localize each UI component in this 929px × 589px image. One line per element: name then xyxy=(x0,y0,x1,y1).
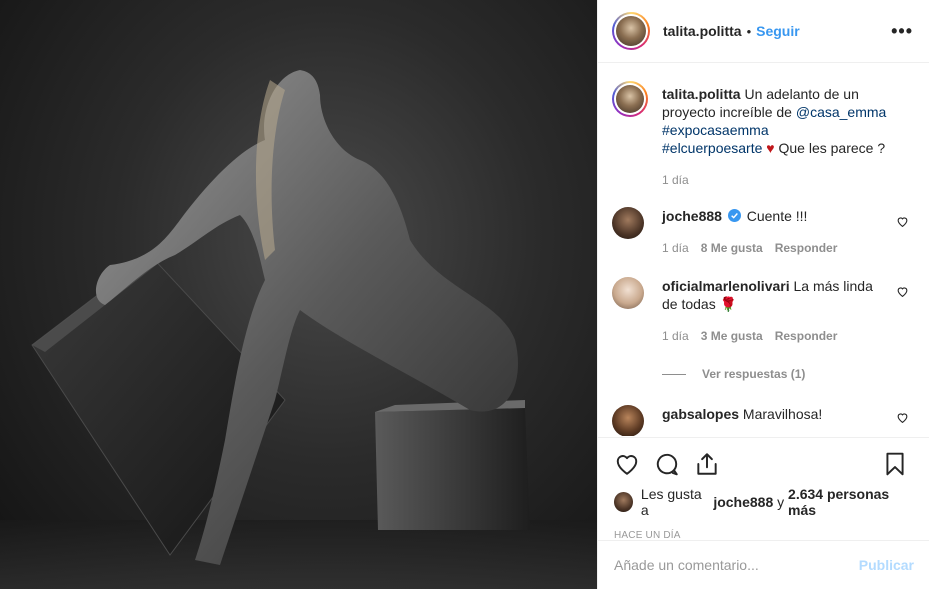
follow-button[interactable]: Seguir xyxy=(756,23,800,39)
commenter-username[interactable]: oficialmarlenolivari xyxy=(662,278,790,294)
heart-icon[interactable] xyxy=(896,215,909,228)
likes-summary: Les gusta a joche888 y 2.634 personas má… xyxy=(614,486,914,518)
more-icon[interactable]: ••• xyxy=(891,21,913,42)
post-photo[interactable] xyxy=(0,0,597,589)
post-actions: Les gusta a joche888 y 2.634 personas má… xyxy=(598,437,929,541)
reply-button[interactable]: Responder xyxy=(775,239,838,257)
heart-icon[interactable] xyxy=(896,285,909,298)
comment-item: gabsalopes Maravilhosa! xyxy=(612,405,913,436)
bookmark-icon[interactable] xyxy=(882,451,908,477)
comment-input[interactable]: Añade un comentario... xyxy=(614,557,759,573)
hashtag-link[interactable]: #expocasaemma xyxy=(662,122,769,138)
likes-count[interactable]: 2.634 personas más xyxy=(788,486,914,518)
post-sidebar: talita.politta • Seguir ••• talita.polit… xyxy=(597,0,929,589)
view-replies-label: Ver respuestas (1) xyxy=(702,367,806,381)
commenter-avatar[interactable] xyxy=(612,405,644,436)
photo-artwork xyxy=(0,70,597,589)
commenter-username[interactable]: gabsalopes xyxy=(662,406,739,422)
comment-likes[interactable]: 3 Me gusta xyxy=(701,327,763,345)
liker-username[interactable]: joche888 xyxy=(713,494,773,510)
comment-likes[interactable]: 8 Me gusta xyxy=(701,239,763,257)
replies-divider xyxy=(662,373,686,375)
mention-link[interactable]: @casa_emma xyxy=(796,104,886,120)
comment-icon[interactable] xyxy=(654,451,680,477)
author-avatar[interactable] xyxy=(612,12,650,50)
like-heart-icon[interactable] xyxy=(614,451,640,477)
comment-text: Cuente !!! xyxy=(746,208,808,224)
comment-item: joche888 Cuente !!! 1 día 8 Me gusta Res… xyxy=(612,207,913,257)
hashtag-link[interactable]: #elcuerpoesarte xyxy=(662,140,762,156)
caption-text-end: Que les parece ? xyxy=(778,140,886,156)
post-header: talita.politta • Seguir ••• xyxy=(598,0,929,63)
heart-icon[interactable] xyxy=(896,411,909,424)
commenter-avatar[interactable] xyxy=(612,207,644,239)
commenter-username[interactable]: joche888 xyxy=(662,208,722,224)
caption-username[interactable]: talita.politta xyxy=(662,86,741,102)
caption: talita.politta Un adelanto de un proyect… xyxy=(612,81,913,189)
caption-avatar[interactable] xyxy=(612,81,648,117)
liker-avatar[interactable] xyxy=(614,492,633,512)
add-comment-bar: Añade un comentario... Publicar xyxy=(598,540,929,589)
share-icon[interactable] xyxy=(694,451,720,477)
reply-button[interactable]: Responder xyxy=(775,327,838,345)
commenter-avatar[interactable] xyxy=(612,277,644,309)
caption-time[interactable]: 1 día xyxy=(662,171,689,189)
rose-emoji: 🌹 xyxy=(719,296,738,312)
comments-list[interactable]: talita.politta Un adelanto de un proyect… xyxy=(598,63,929,436)
author-username[interactable]: talita.politta xyxy=(663,23,742,39)
separator-dot: • xyxy=(746,23,752,39)
heart-emoji: ♥ xyxy=(766,140,775,156)
comment-time[interactable]: 1 día xyxy=(662,239,689,257)
comment-text: Maravilhosa! xyxy=(742,406,823,422)
verified-icon xyxy=(727,209,741,222)
likes-conj: y xyxy=(777,494,785,510)
likes-prefix: Les gusta a xyxy=(640,486,702,518)
comment-item: oficialmarlenolivari La más linda de tod… xyxy=(612,277,913,345)
comment-time[interactable]: 1 día xyxy=(662,327,689,345)
publish-button[interactable]: Publicar xyxy=(859,557,914,573)
view-replies-button[interactable]: Ver respuestas (1) xyxy=(662,367,913,381)
